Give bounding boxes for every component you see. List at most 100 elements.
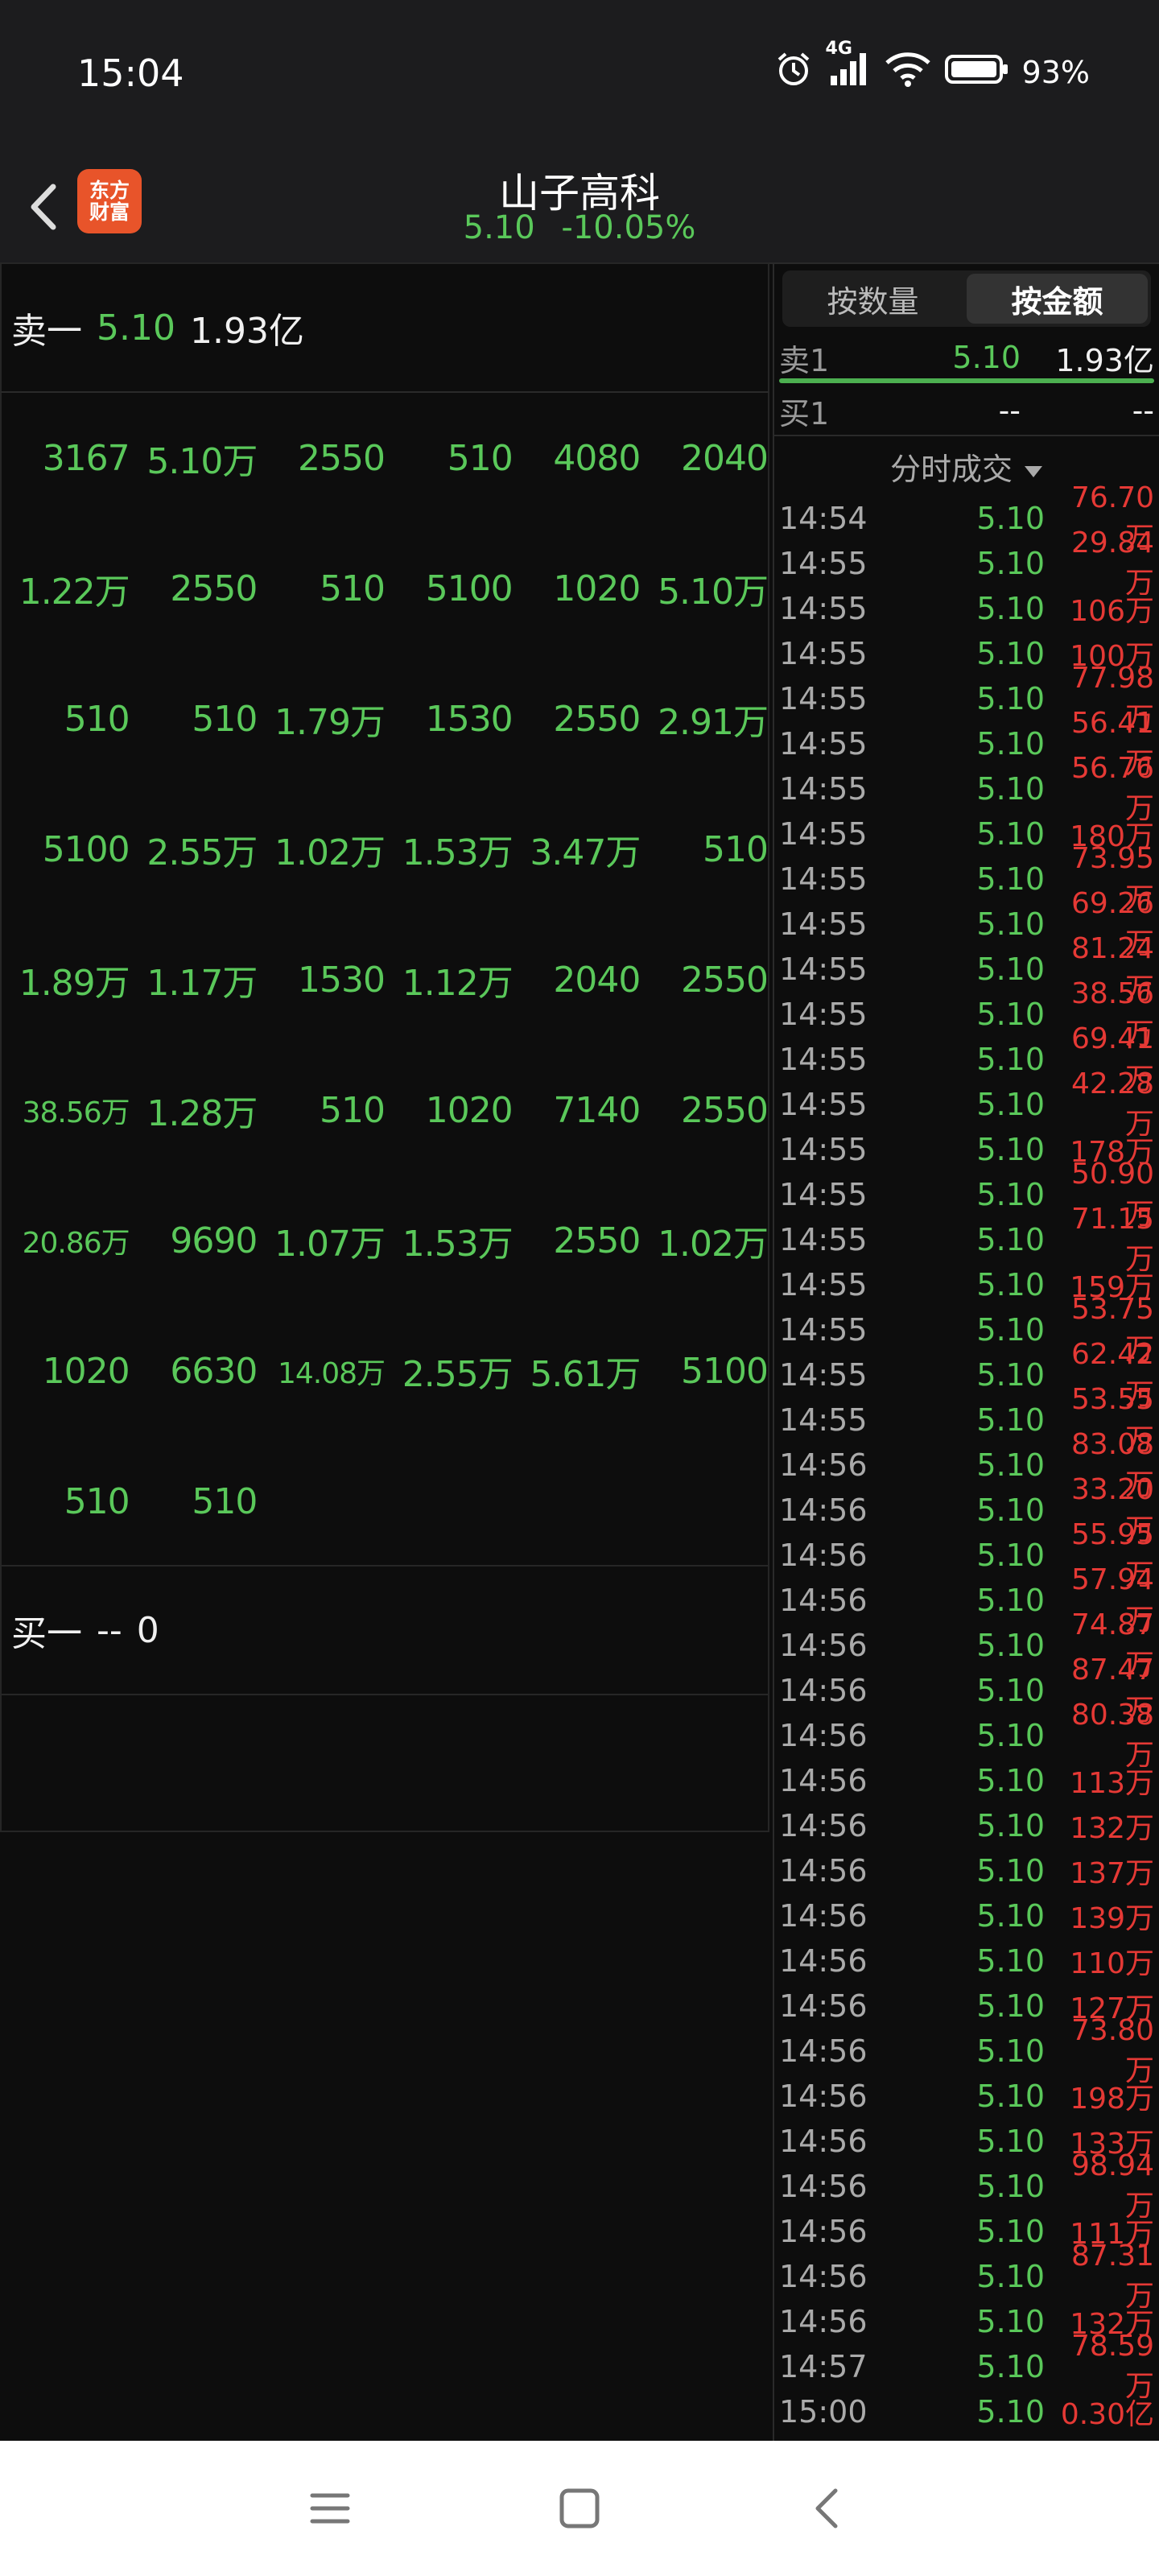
tick-time: 14:56 (779, 1583, 868, 1618)
home-button[interactable] (555, 2484, 604, 2533)
tick-time: 14:56 (779, 1898, 868, 1934)
tick-price: 5.10 (976, 1538, 1045, 1573)
tick-price: 5.10 (976, 771, 1045, 807)
tick-time: 14:56 (779, 1763, 868, 1798)
status-time: 15:04 (77, 52, 184, 95)
tick-row: 14:56 5.10 132万 (779, 1803, 1154, 1848)
alarm-icon (774, 50, 813, 96)
tick-time: 14:55 (779, 1312, 868, 1348)
nav-back-button[interactable] (805, 2484, 853, 2533)
tick-time: 14:55 (779, 1132, 868, 1167)
tick-time: 15:00 (779, 2394, 868, 2429)
tick-price: 5.10 (976, 2169, 1045, 2204)
tick-price: 5.10 (976, 2079, 1045, 2114)
tick-row: 14:55 5.10 29.84万 (779, 526, 1154, 600)
tick-row: 14:56 5.10 80.38万 (779, 1699, 1154, 1772)
tick-price: 5.10 (976, 1267, 1045, 1302)
tick-row: 14:55 5.10 71.15万 (779, 1203, 1154, 1276)
tick-time: 14:55 (779, 681, 868, 716)
tick-price: 5.10 (976, 681, 1045, 716)
queue-cell: 3.47万 (530, 832, 641, 873)
tick-time: 14:57 (779, 2349, 868, 2384)
tick-amount: 137万 (1070, 1857, 1154, 1890)
queue-cell: 1.53万 (402, 832, 514, 873)
queue-cell: 510 (320, 568, 386, 609)
queue-cell: 510 (320, 1089, 386, 1131)
tick-time: 14:56 (779, 2169, 868, 2204)
tick-time: 14:55 (779, 726, 868, 762)
sell1-value: 1.93亿 (1055, 342, 1154, 378)
toggle-quantity[interactable]: 按数量 (782, 270, 963, 327)
tick-time: 14:55 (779, 816, 868, 852)
buy-label: 买一 (11, 1613, 82, 1654)
status-bar: 15:04 4G 93% (0, 0, 1159, 153)
tick-price: 5.10 (976, 1898, 1045, 1934)
tick-time: 14:55 (779, 591, 868, 626)
tick-row: 14:55 5.10 56.76万 (779, 752, 1154, 825)
queue-row: 3167 5.10万 2550 510 4080 2040 (2, 393, 769, 523)
tick-time: 14:55 (779, 636, 868, 671)
queue-cell: 1.07万 (274, 1224, 386, 1265)
tick-price: 5.10 (976, 2033, 1045, 2069)
buy1-value: -- (1132, 393, 1154, 428)
queue-cell: 14.08万 (277, 1357, 386, 1390)
sell1-price: 5.10 (952, 340, 1021, 375)
queue-row: 510 510 1.79万 1530 2550 2.91万 (2, 654, 769, 784)
queue-cell: 510 (64, 1480, 130, 1522)
tick-price: 5.10 (976, 1312, 1045, 1348)
tick-row: 14:56 5.10 139万 (779, 1893, 1154, 1938)
tick-price: 5.10 (976, 2304, 1045, 2339)
tick-row: 14:55 5.10 42.28万 (779, 1067, 1154, 1141)
tick-amount: 198万 (1070, 2083, 1154, 2116)
queue-cell: 1530 (425, 698, 514, 740)
tick-time: 14:56 (779, 2079, 868, 2114)
queue-cell: 4080 (553, 437, 641, 479)
queue-cell: 2550 (681, 1089, 769, 1131)
buy1-row: 买1 -- -- (779, 388, 1154, 433)
queue-cell: 2550 (681, 959, 769, 1001)
queue-cell: 6630 (170, 1350, 258, 1392)
buy-volume: 0 (136, 1609, 159, 1651)
queue-cell: 510 (703, 828, 769, 870)
tick-row: 15:00 5.10 0.30亿 (779, 2389, 1154, 2434)
tick-amount: 139万 (1070, 1902, 1154, 1935)
tick-price: 5.10 (976, 636, 1045, 671)
tick-time: 14:55 (779, 771, 868, 807)
home-square-icon (559, 2488, 600, 2529)
queue-cell: 2550 (553, 698, 641, 740)
tick-price: 5.10 (976, 546, 1045, 581)
tick-time: 14:56 (779, 1988, 868, 2024)
tick-time: 14:54 (779, 501, 868, 536)
queue-cell: 2040 (681, 437, 769, 479)
tick-price: 5.10 (976, 1628, 1045, 1663)
tick-price: 5.10 (976, 1853, 1045, 1889)
tick-time: 14:56 (779, 1853, 868, 1889)
queue-cell: 1020 (42, 1350, 130, 1392)
tick-price: 5.10 (976, 952, 1045, 987)
queue-cell: 2.55万 (402, 1354, 514, 1395)
queue-cell: 1530 (298, 959, 386, 1001)
tick-price: 5.10 (976, 2124, 1045, 2159)
queue-cell: 2040 (553, 959, 641, 1001)
toggle-amount[interactable]: 按金额 (967, 274, 1148, 324)
menu-button[interactable] (306, 2484, 354, 2533)
menu-icon (310, 2493, 350, 2524)
queue-cell: 510 (192, 698, 258, 740)
queue-cell: 2550 (170, 568, 258, 609)
unit-toggle: 按数量 按金额 (782, 270, 1151, 327)
queue-cell: 5100 (681, 1350, 769, 1392)
tick-time: 14:55 (779, 1177, 868, 1212)
trade-ticker-panel: 按数量 按金额 卖1 5.10 1.93亿 买1 -- -- 分时成交 14:5… (773, 262, 1159, 2441)
queue-row: 1020 6630 14.08万 2.55万 5.61万 5100 (2, 1306, 769, 1436)
queue-cell: 3167 (42, 437, 130, 479)
sell-level-row: 卖一 5.10 1.93亿 (0, 262, 769, 393)
back-arrow-icon (815, 2488, 838, 2529)
queue-row: 5100 2.55万 1.02万 1.53万 3.47万 510 (2, 784, 769, 914)
tick-amount: 0.30亿 (1060, 2398, 1154, 2431)
tick-time: 14:56 (779, 2304, 868, 2339)
queue-cell: 5100 (425, 568, 514, 609)
order-queue-panel: 卖一 5.10 1.93亿 3167 5.10万 2550 510 4080 2040 1.… (0, 262, 771, 1832)
buy-level-row: 买一 -- 0 (0, 1565, 769, 1695)
queue-cell: 1.79万 (274, 702, 386, 743)
status-icons: 4G 93% (774, 39, 1090, 97)
